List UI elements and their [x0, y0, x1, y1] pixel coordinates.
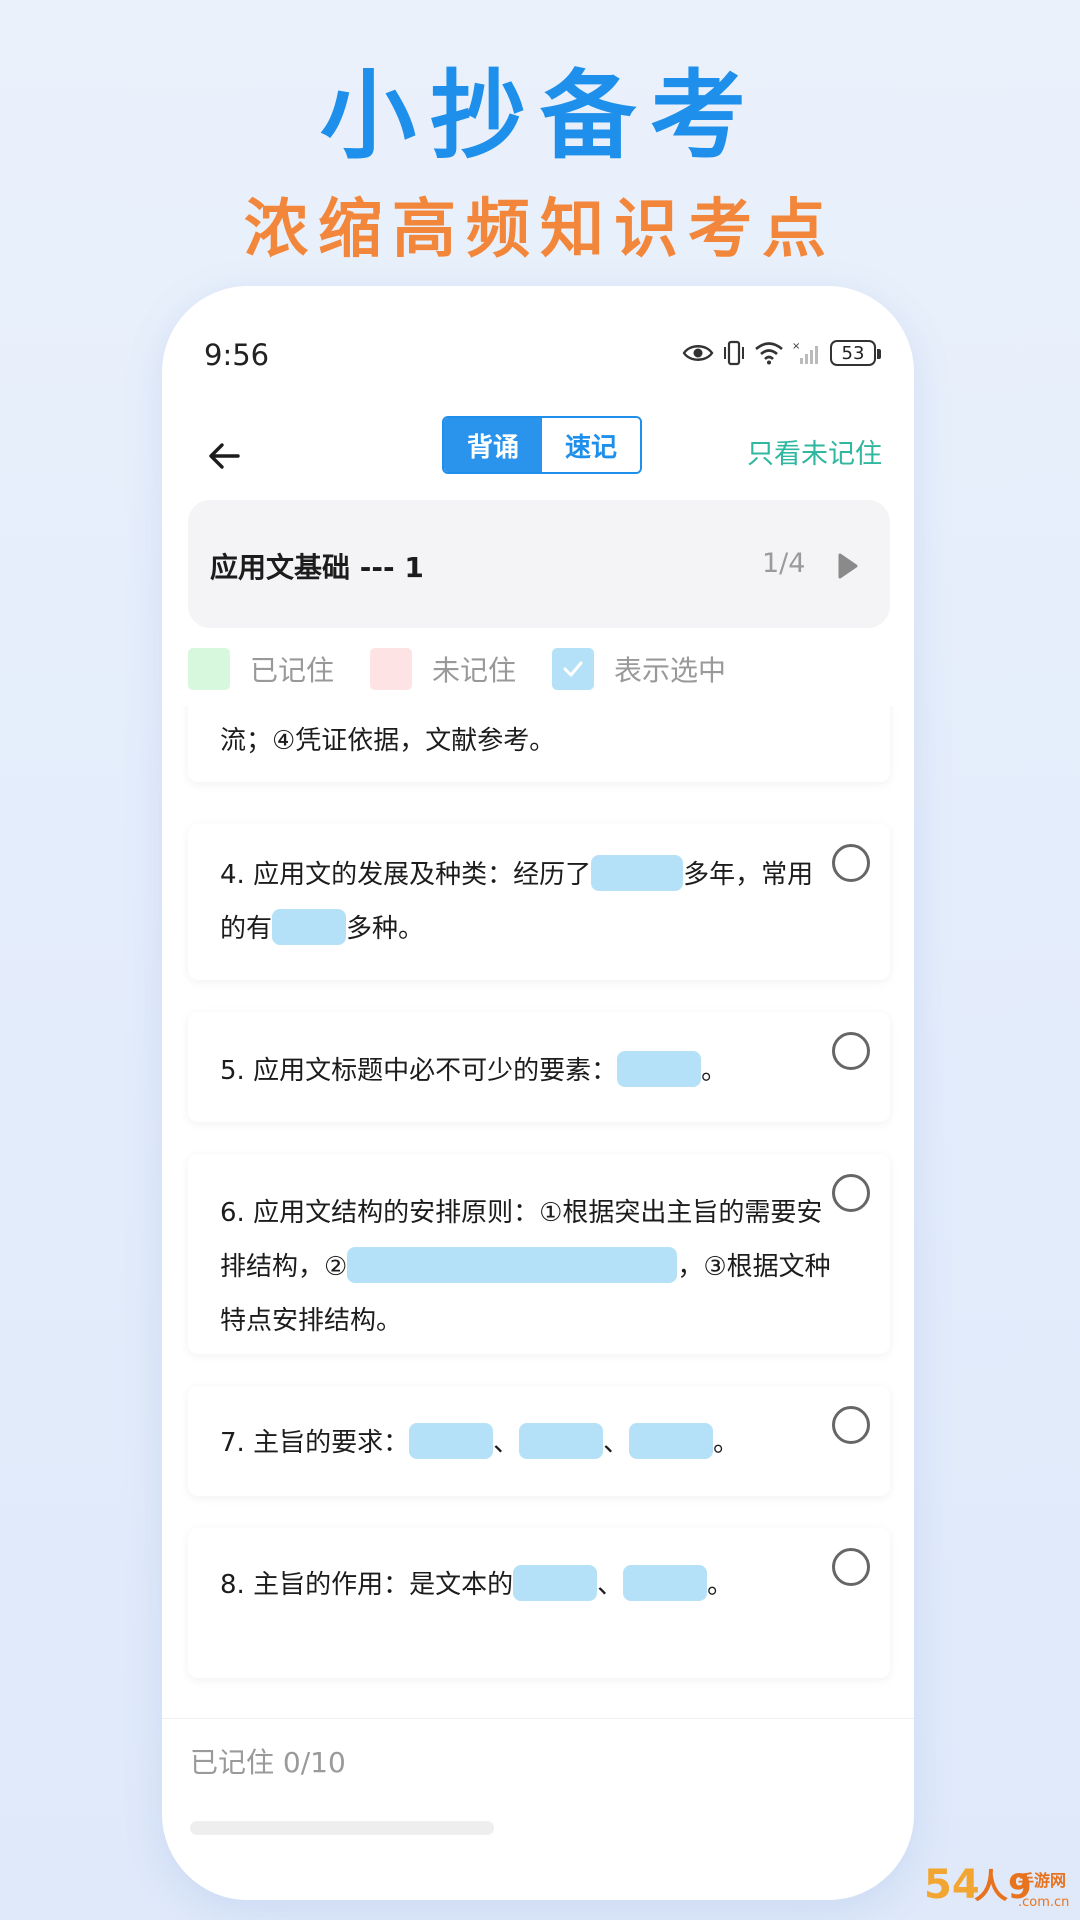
- chapter-page-indicator: 1/4: [762, 548, 806, 579]
- card-text-segment: 、: [493, 1428, 520, 1458]
- card-text-segment: 8. 主旨的作用：是文本的: [220, 1570, 514, 1600]
- card-text: 5. 应用文标题中必不可少的要素： 。: [220, 1044, 834, 1098]
- knowledge-card: 8. 主旨的作用：是文本的 、 。: [188, 1528, 890, 1678]
- hero-subtitle: 浓缩高频知识考点: [244, 193, 836, 267]
- card-text: 4. 应用文的发展及种类：经历了 多年，常用的有 多种。: [220, 848, 834, 956]
- card-text-segment: 流；④凭证依据，文献参考。: [220, 726, 556, 756]
- legend-label: 表示选中: [614, 654, 727, 687]
- status-time: 9:56: [204, 338, 270, 372]
- knowledge-card-list: 流；④凭证依据，文献参考。 4. 应用文的发展及种类：经历了 多年，常用的有 多种。…: [162, 706, 914, 1718]
- svg-text:手游网: 手游网: [1018, 1871, 1066, 1890]
- knowledge-card: 5. 应用文标题中必不可少的要素： 。: [188, 1012, 890, 1122]
- card-text-segment: 。: [707, 1570, 734, 1600]
- hidden-answer-blank[interactable]: [347, 1246, 678, 1283]
- svg-text:×: ×: [792, 341, 800, 352]
- svg-text:54: 54: [924, 1862, 980, 1908]
- site-watermark-logo: 54 人9 手游网 .com.cn: [924, 1862, 1069, 1910]
- card-text-segment: 。: [701, 1056, 728, 1086]
- check-icon: [563, 661, 583, 677]
- memorized-count: 已记住 0/10: [190, 1746, 346, 1779]
- legend-selected: 表示选中: [552, 648, 726, 690]
- swatch-selected: [552, 648, 595, 690]
- select-radio[interactable]: [832, 844, 870, 882]
- tab-recite[interactable]: 背诵: [444, 418, 542, 472]
- select-radio[interactable]: [832, 1174, 870, 1212]
- hidden-answer-blank[interactable]: [519, 1422, 604, 1459]
- memorized-progress-bar: [190, 1821, 494, 1835]
- hidden-answer-blank[interactable]: [629, 1422, 714, 1459]
- back-arrow-icon[interactable]: [204, 436, 244, 476]
- chapter-header: 应用文基础 --- 1 1/4: [188, 500, 890, 628]
- legend-not-memorized: 未记住: [370, 648, 516, 690]
- legend-label: 已记住: [250, 654, 335, 687]
- hidden-answer-blank[interactable]: [272, 908, 347, 945]
- mode-segmented-control: 背诵 速记: [442, 416, 642, 474]
- select-radio[interactable]: [832, 1406, 870, 1444]
- card-text: 6. 应用文结构的安排原则：①根据突出主旨的需要安排结构，② ，③根据文种特点安排…: [220, 1186, 834, 1348]
- wifi-icon: [755, 342, 783, 365]
- hero-title: 小抄备考: [320, 60, 760, 172]
- knowledge-card: 4. 应用文的发展及种类：经历了 多年，常用的有 多种。: [188, 824, 890, 980]
- bottom-bar: 已记住 0/10: [162, 1718, 914, 1900]
- signal-icon: ×: [792, 341, 818, 364]
- card-text-segment: 7. 主旨的要求：: [220, 1428, 410, 1458]
- chapter-title: 应用文基础 --- 1: [210, 551, 424, 584]
- select-radio[interactable]: [832, 1548, 870, 1586]
- card-text-segment: 、: [603, 1428, 630, 1458]
- play-next-icon[interactable]: [836, 552, 860, 580]
- card-text-segment: 多种。: [346, 914, 425, 944]
- card-text-segment: 5. 应用文标题中必不可少的要素：: [220, 1056, 618, 1086]
- status-icons: × 53: [682, 336, 881, 370]
- card-text-segment: 4. 应用文的发展及种类：经历了: [220, 860, 592, 890]
- svg-text:.com.cn: .com.cn: [1018, 1895, 1069, 1910]
- card-text: 流；④凭证依据，文献参考。: [220, 714, 834, 768]
- hidden-answer-blank[interactable]: [623, 1564, 708, 1601]
- status-bar: 9:56 × 53: [162, 286, 914, 376]
- vibrate-icon: [724, 340, 744, 366]
- battery-icon: 53: [830, 340, 881, 366]
- legend: 已记住 未记住 表示选中: [188, 648, 762, 690]
- card-text-segment: 。: [713, 1428, 740, 1458]
- knowledge-card: 7. 主旨的要求： 、 、 。: [188, 1386, 890, 1496]
- filter-unmemorized-link[interactable]: 只看未记住: [747, 432, 882, 471]
- knowledge-card: 流；④凭证依据，文献参考。: [188, 706, 890, 782]
- phone-screen: 9:56 × 53 背诵 速记 只看未记住 应用文基础 --- 1 1/4 已记…: [162, 286, 914, 1900]
- hidden-answer-blank[interactable]: [409, 1422, 494, 1459]
- hidden-answer-blank[interactable]: [513, 1564, 598, 1601]
- eye-icon: [682, 345, 714, 361]
- hidden-answer-blank[interactable]: [591, 854, 684, 891]
- hidden-answer-blank[interactable]: [617, 1050, 702, 1087]
- legend-memorized: 已记住: [188, 648, 334, 690]
- swatch-not-memorized: [370, 648, 413, 690]
- tab-quick-memo[interactable]: 速记: [542, 418, 640, 472]
- card-text: 7. 主旨的要求： 、 、 。: [220, 1416, 834, 1470]
- knowledge-card: 6. 应用文结构的安排原则：①根据突出主旨的需要安排结构，② ，③根据文种特点安排…: [188, 1154, 890, 1354]
- card-text: 8. 主旨的作用：是文本的 、 。: [220, 1558, 834, 1612]
- card-text-segment: 、: [597, 1570, 624, 1600]
- legend-label: 未记住: [432, 654, 517, 687]
- select-radio[interactable]: [832, 1032, 870, 1070]
- swatch-memorized: [188, 648, 230, 690]
